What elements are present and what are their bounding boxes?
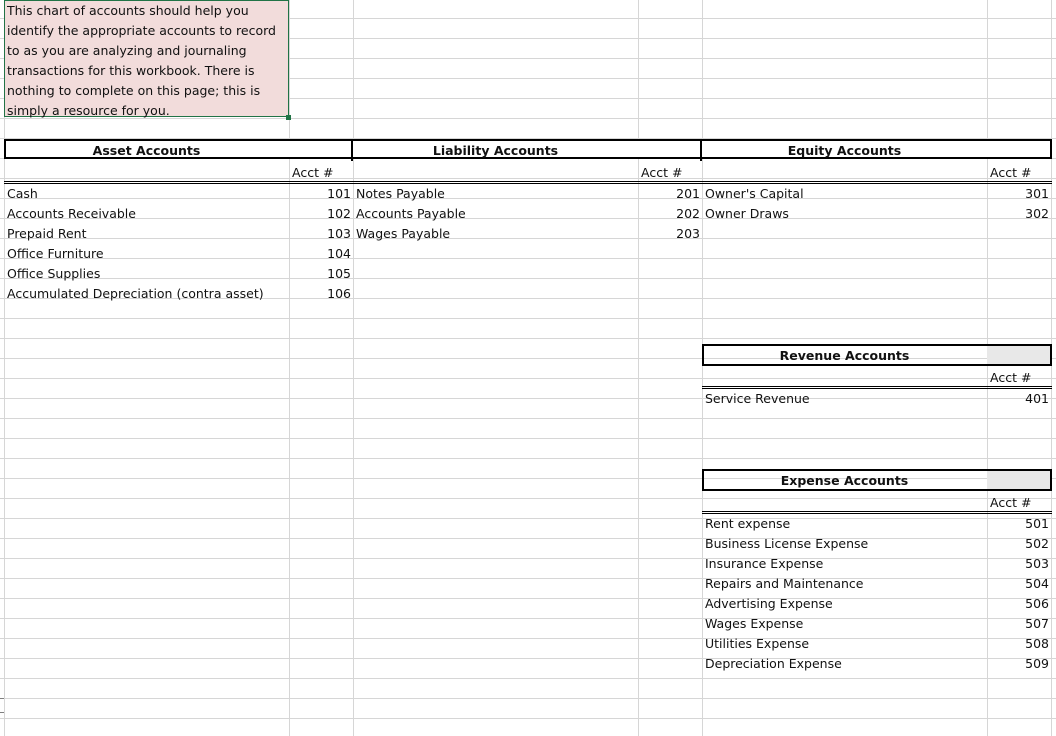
- equity-account-name[interactable]: Owner Draws: [705, 204, 789, 224]
- expense-account-number[interactable]: 508: [988, 634, 1049, 654]
- asset-account-name[interactable]: Office Supplies: [7, 264, 100, 284]
- expense-account-number[interactable]: 506: [988, 594, 1049, 614]
- fill-handle[interactable]: [286, 115, 291, 120]
- expense-account-name[interactable]: Depreciation Expense: [705, 654, 842, 674]
- equity-account-number[interactable]: 301: [988, 184, 1049, 204]
- expense-account-name[interactable]: Insurance Expense: [705, 554, 823, 574]
- expense-account-number[interactable]: 502: [988, 534, 1049, 554]
- liabilities-acct-header: Acct #: [639, 163, 682, 183]
- liability-account-number[interactable]: 203: [639, 224, 700, 244]
- column-divider: [353, 0, 354, 736]
- intro-line: simply a resource for you.: [7, 101, 288, 121]
- expense-account-number[interactable]: 509: [988, 654, 1049, 674]
- intro-line: transactions for this workbook. There is: [7, 61, 288, 81]
- liability-account-name[interactable]: Wages Payable: [356, 224, 450, 244]
- intro-line: identify the appropriate accounts to rec…: [7, 21, 288, 41]
- revenue-acct-header: Acct #: [988, 368, 1031, 388]
- liability-accounts-title: Liability Accounts: [353, 141, 638, 161]
- intro-line: nothing to complete on this page; this i…: [7, 81, 288, 101]
- asset-account-name[interactable]: Prepaid Rent: [7, 224, 87, 244]
- asset-account-number[interactable]: 106: [290, 284, 351, 304]
- asset-account-name[interactable]: Accounts Receivable: [7, 204, 136, 224]
- intro-line: to as you are analyzing and journaling: [7, 41, 288, 61]
- intro-note-cell[interactable]: This chart of accounts should help you i…: [4, 0, 289, 117]
- row-marker: [0, 712, 4, 713]
- expense-account-name[interactable]: Wages Expense: [705, 614, 803, 634]
- expense-account-number[interactable]: 504: [988, 574, 1049, 594]
- expense-acct-header: Acct #: [988, 493, 1031, 513]
- expense-account-number[interactable]: 503: [988, 554, 1049, 574]
- liability-account-number[interactable]: 201: [639, 184, 700, 204]
- asset-accounts-title: Asset Accounts: [4, 141, 289, 161]
- column-divider: [638, 0, 639, 736]
- revenue-account-number[interactable]: 401: [988, 389, 1049, 409]
- asset-account-name[interactable]: Accumulated Depreciation (contra asset): [7, 284, 264, 304]
- equity-accounts-title: Equity Accounts: [702, 141, 987, 161]
- column-divider: [289, 0, 290, 736]
- expense-account-number[interactable]: 501: [988, 514, 1049, 534]
- expense-account-number[interactable]: 507: [988, 614, 1049, 634]
- double-underline: [4, 181, 1052, 184]
- header-divider: [700, 139, 702, 161]
- expense-account-name[interactable]: Repairs and Maintenance: [705, 574, 864, 594]
- expense-account-name[interactable]: Advertising Expense: [705, 594, 833, 614]
- row-marker: [0, 698, 4, 699]
- liability-account-name[interactable]: Accounts Payable: [356, 204, 466, 224]
- expense-accounts-title: Expense Accounts: [702, 471, 987, 491]
- expense-account-name[interactable]: Business License Expense: [705, 534, 868, 554]
- assets-acct-header: Acct #: [290, 163, 333, 183]
- asset-account-number[interactable]: 105: [290, 264, 351, 284]
- asset-account-number[interactable]: 103: [290, 224, 351, 244]
- intro-line: This chart of accounts should help you: [7, 1, 288, 21]
- equity-acct-header: Acct #: [988, 163, 1031, 183]
- equity-account-number[interactable]: 302: [988, 204, 1049, 224]
- header-divider: [351, 139, 353, 161]
- column-divider: [1051, 0, 1052, 736]
- liability-account-number[interactable]: 202: [639, 204, 700, 224]
- revenue-account-name[interactable]: Service Revenue: [705, 389, 810, 409]
- equity-account-name[interactable]: Owner's Capital: [705, 184, 804, 204]
- column-divider: [702, 0, 703, 736]
- expense-account-name[interactable]: Rent expense: [705, 514, 790, 534]
- revenue-accounts-title: Revenue Accounts: [702, 346, 987, 366]
- asset-account-number[interactable]: 102: [290, 204, 351, 224]
- asset-account-number[interactable]: 104: [290, 244, 351, 264]
- asset-account-name[interactable]: Office Furniture: [7, 244, 104, 264]
- asset-account-number[interactable]: 101: [290, 184, 351, 204]
- asset-account-name[interactable]: Cash: [7, 184, 38, 204]
- liability-account-name[interactable]: Notes Payable: [356, 184, 445, 204]
- expense-account-name[interactable]: Utilities Expense: [705, 634, 809, 654]
